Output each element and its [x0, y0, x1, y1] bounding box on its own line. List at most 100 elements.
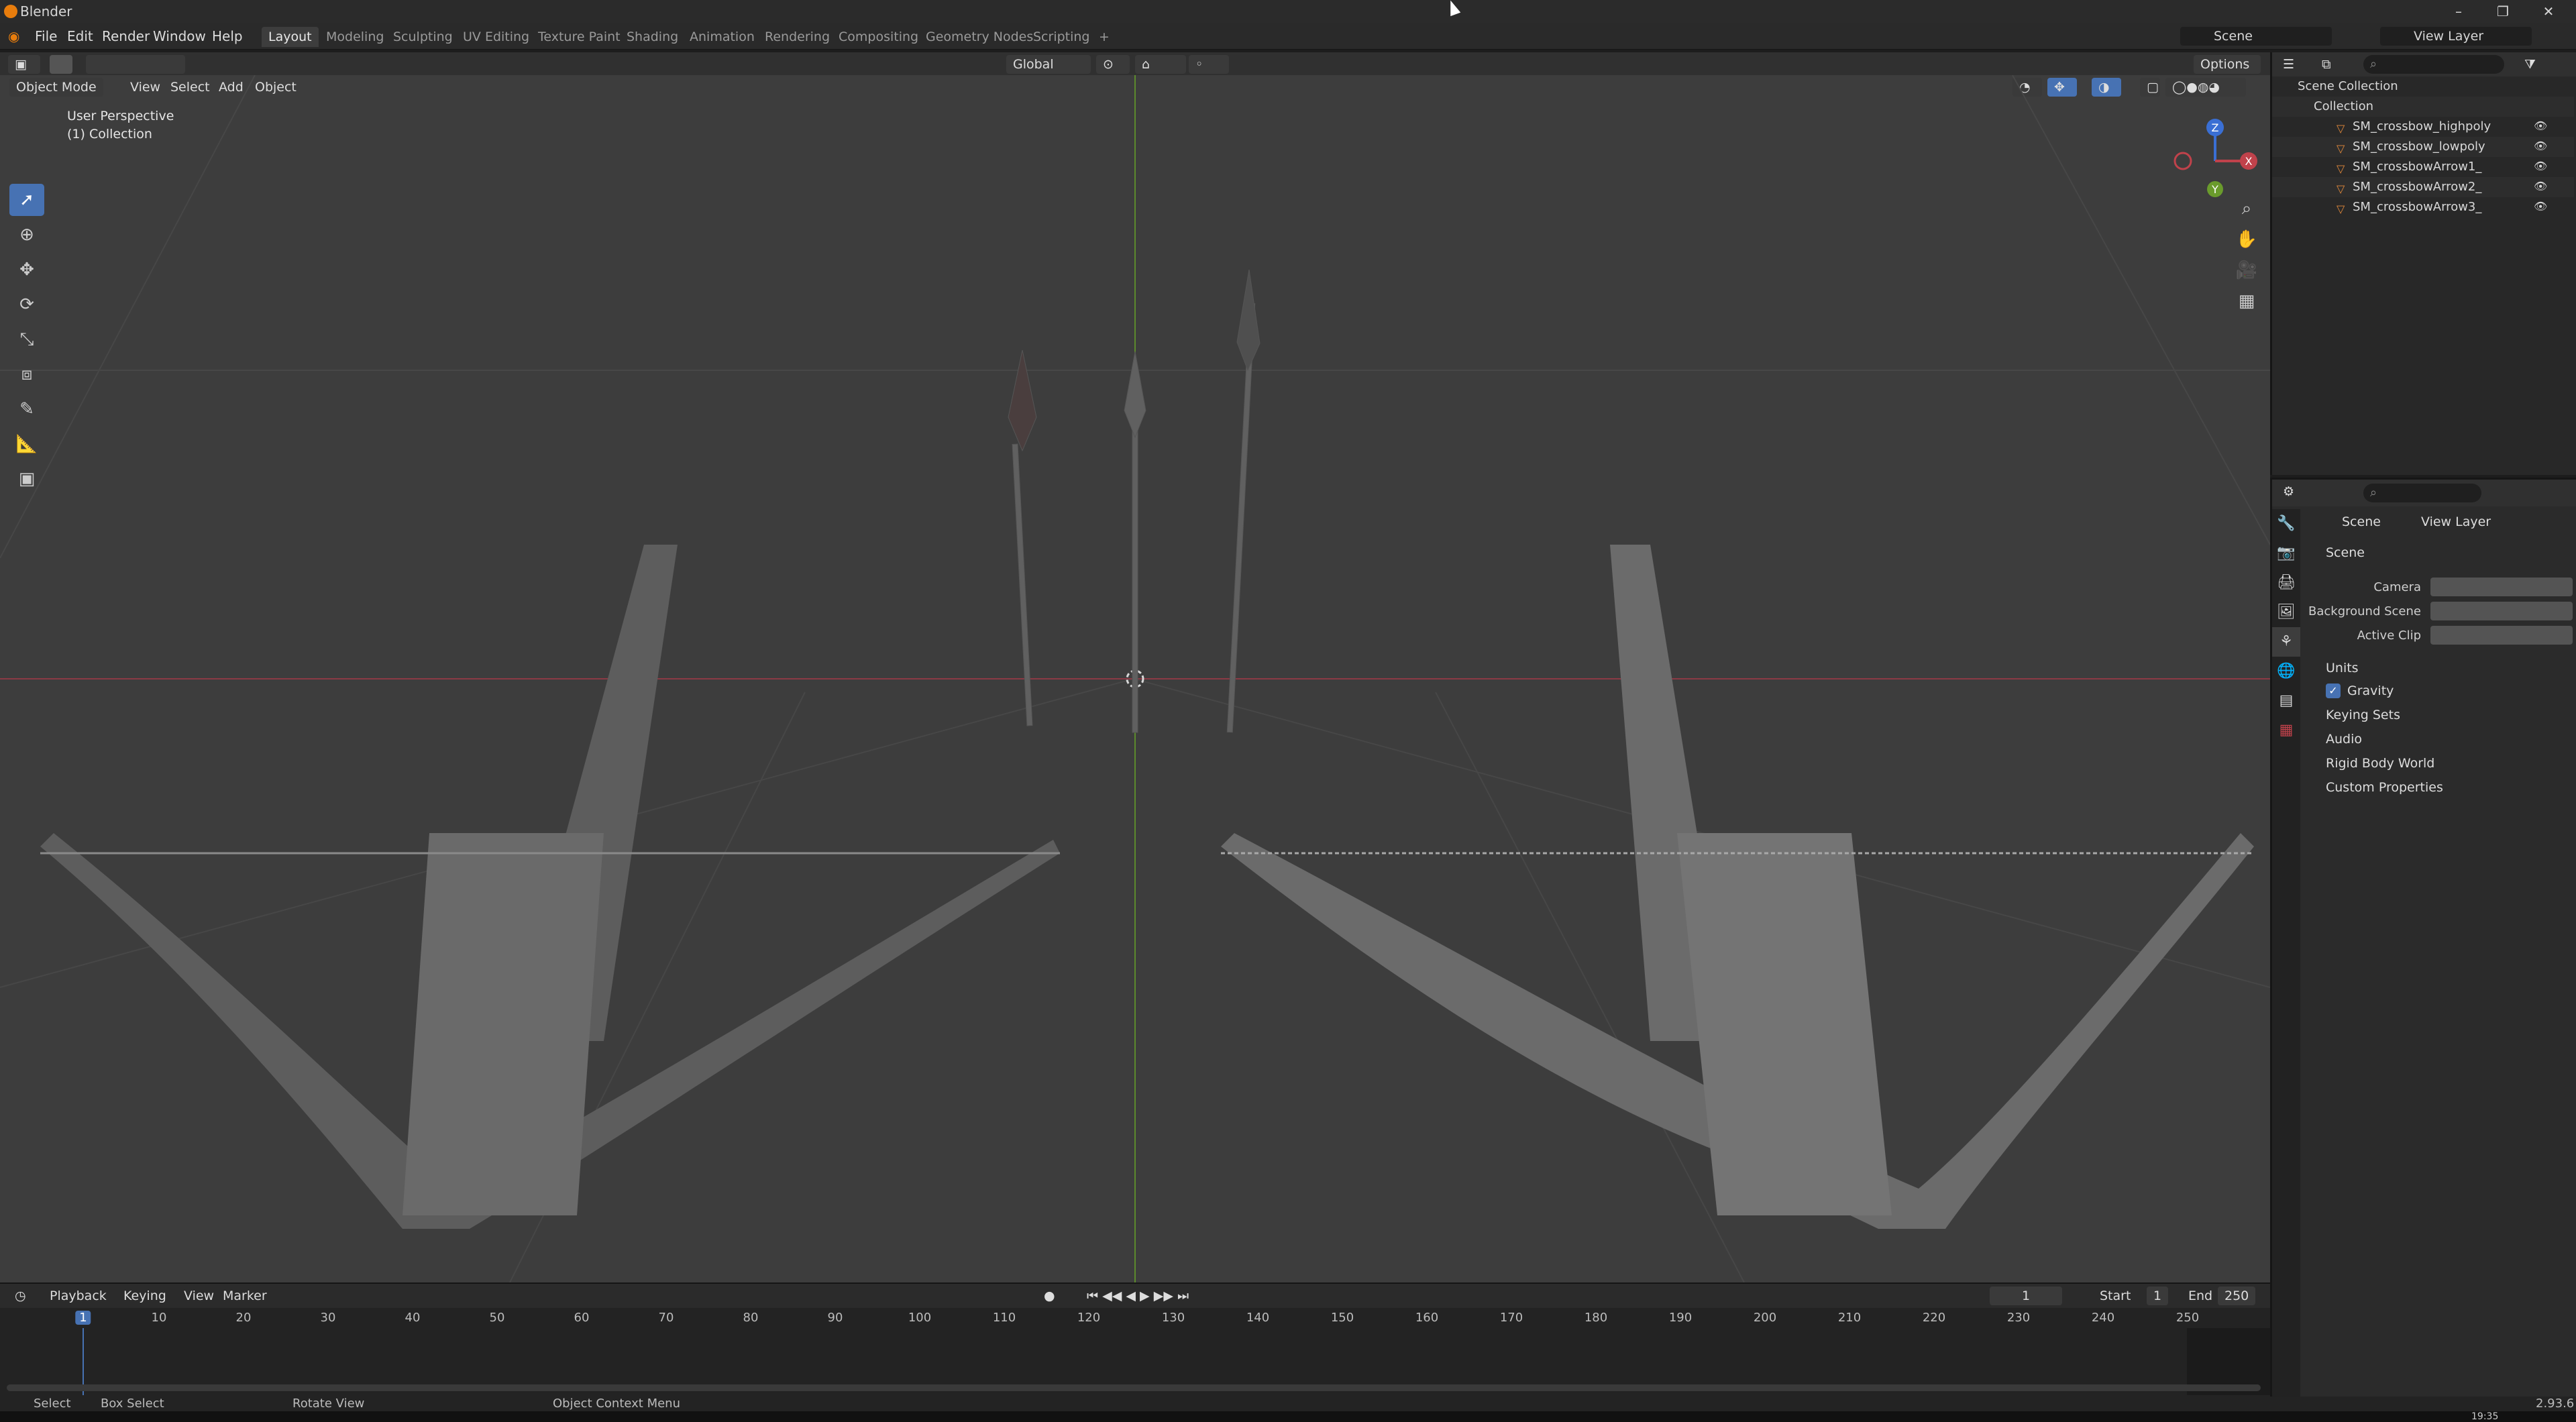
background-scene-field[interactable] [2430, 602, 2573, 620]
view-layer-tab-icon[interactable]: 🖼 [2272, 598, 2300, 627]
blender-menu-icon[interactable]: ◉ [8, 23, 19, 50]
panel-audio[interactable]: Audio [2310, 728, 2571, 751]
maximize-window-button[interactable]: ❐ [2493, 0, 2513, 23]
eye-icon[interactable]: 👁 [2534, 180, 2547, 193]
transform-tool-icon[interactable]: ⧈ [9, 358, 44, 390]
snap-toggle[interactable]: ⌂ [1135, 55, 1186, 74]
tab-geometry-nodes[interactable]: Geometry Nodes [919, 27, 1040, 47]
tab-layout[interactable]: Layout [262, 27, 319, 47]
add-cube-tool-icon[interactable]: ▣ [9, 463, 44, 495]
options-dropdown[interactable]: Options [2194, 55, 2261, 74]
proportional-edit-toggle[interactable]: ◦ [1189, 55, 1229, 74]
timeline-ruler[interactable]: 1 10 20 30 40 50 60 70 80 90 100 110 120… [0, 1311, 2270, 1328]
panel-units[interactable]: Units [2310, 657, 2571, 679]
viewport-3d[interactable]: Object Mode View Select Add Object ◔ ✥ ◑… [0, 75, 2270, 1282]
tweak-tool-button[interactable] [50, 55, 72, 74]
menu-window[interactable]: Window [153, 23, 206, 50]
menu-playback[interactable]: Playback [43, 1287, 113, 1305]
minimize-window-button[interactable]: – [2449, 0, 2469, 23]
annotate-tool-icon[interactable]: ✎ [9, 393, 44, 425]
frame-tick: 50 [489, 1311, 505, 1325]
filter-icon[interactable]: ⧩ [2518, 55, 2542, 74]
collection-row[interactable]: Collection [2272, 97, 2574, 117]
properties-search-input[interactable]: ⌕ [2363, 484, 2481, 502]
current-frame-field[interactable]: 1 [1990, 1287, 2062, 1305]
view-collection-label: (1) Collection [67, 127, 152, 142]
close-window-button[interactable]: ✕ [2538, 0, 2559, 23]
tab-shading[interactable]: Shading [620, 27, 685, 47]
editor-type-button[interactable]: ▣ [8, 55, 40, 74]
eye-icon[interactable]: 👁 [2534, 140, 2547, 152]
outliner-object-row[interactable]: SM_crossbowArrow3_ [2272, 197, 2574, 217]
outliner-editor-type-icon[interactable]: ☰ [2276, 55, 2301, 74]
eye-icon[interactable]: 👁 [2534, 119, 2547, 132]
arrow-models [1008, 269, 1260, 733]
tab-animation[interactable]: Animation [683, 27, 761, 47]
outliner: ☰ ⧉ ⌕ ⧩ Scene Collection Collection SM_c… [2270, 52, 2576, 475]
eye-icon[interactable]: 👁 [2534, 200, 2547, 213]
panel-keying-sets[interactable]: Keying Sets [2310, 704, 2571, 726]
render-tab-icon[interactable]: 📷 [2272, 539, 2300, 568]
frame-end-field[interactable]: 250 [2218, 1287, 2256, 1305]
active-clip-field[interactable] [2430, 626, 2573, 645]
eye-icon[interactable]: 👁 [2534, 160, 2547, 172]
camera-field[interactable] [2430, 578, 2573, 596]
scale-tool-icon[interactable]: ⤡ [9, 323, 44, 356]
camera-view-icon[interactable]: 🎥 [2231, 255, 2262, 286]
output-tab-icon[interactable]: 🖨 [2272, 568, 2300, 598]
panel-custom-properties[interactable]: Custom Properties [2310, 776, 2571, 799]
measure-tool-icon[interactable]: 📐 [9, 428, 44, 460]
scene-collection-row[interactable]: Scene Collection [2272, 76, 2574, 97]
move-tool-icon[interactable]: ✥ [9, 254, 44, 286]
tab-texture-paint[interactable]: Texture Paint [531, 27, 627, 47]
playback-controls[interactable]: ⏮ ◀◀ ◀ ▶ ▶▶ ⏭ [1080, 1287, 1195, 1305]
frame-start-field[interactable]: 1 [2147, 1287, 2169, 1305]
texture-tab-icon[interactable]: ▦ [2272, 716, 2300, 745]
scene-panel-header[interactable]: Scene [2326, 541, 2576, 564]
scene-selector[interactable]: Scene [2180, 27, 2332, 46]
world-tab-icon[interactable]: 🌐 [2272, 657, 2300, 686]
orientation-dropdown[interactable]: Global [1006, 55, 1091, 74]
timeline-editor-type-icon[interactable]: ◷ [8, 1287, 33, 1305]
cursor-tool-icon[interactable]: ⊕ [9, 219, 44, 251]
menu-timeline-view[interactable]: View [177, 1287, 221, 1305]
select-tool-icon[interactable]: ➚ [9, 184, 44, 216]
tab-compositing[interactable]: Compositing [832, 27, 925, 47]
zoom-icon[interactable]: ⌕ [2231, 193, 2262, 224]
menu-help[interactable]: Help [212, 23, 243, 50]
outliner-object-row[interactable]: SM_crossbowArrow1_ [2272, 157, 2574, 177]
pivot-dropdown[interactable]: ⊙ [1096, 55, 1130, 74]
outliner-object-row[interactable]: SM_crossbowArrow2_ [2272, 177, 2574, 197]
tab-scripting[interactable]: Scripting [1026, 27, 1097, 47]
menu-edit[interactable]: Edit [67, 23, 93, 50]
panel-gravity[interactable]: Gravity [2310, 679, 2571, 702]
tool-tab-icon[interactable]: 🔧 [2272, 509, 2300, 539]
menu-file[interactable]: File [35, 23, 57, 50]
outliner-object-row[interactable]: SM_crossbow_lowpoly [2272, 137, 2574, 157]
timeline-editor[interactable]: ◷ Playback Keying View Marker ● ⏮ ◀◀ ◀ ▶… [0, 1282, 2270, 1397]
ortho-grid-icon[interactable]: ▦ [2231, 286, 2262, 317]
menu-render[interactable]: Render [102, 23, 150, 50]
tab-modeling[interactable]: Modeling [319, 27, 390, 47]
menu-keying[interactable]: Keying [117, 1287, 173, 1305]
panel-rigid-body-world[interactable]: Rigid Body World [2310, 752, 2571, 775]
timeline-scrollbar[interactable] [7, 1384, 2261, 1391]
tab-rendering[interactable]: Rendering [758, 27, 837, 47]
menu-marker[interactable]: Marker [216, 1287, 274, 1305]
outliner-object-row[interactable]: SM_crossbow_highpoly [2272, 117, 2574, 137]
add-workspace-button[interactable]: + [1092, 27, 1116, 47]
scene-tab-icon[interactable]: ⚘ [2272, 627, 2300, 657]
outliner-search-input[interactable]: ⌕ [2363, 55, 2504, 74]
tab-uv-editing[interactable]: UV Editing [456, 27, 536, 47]
view-layer-selector[interactable]: View Layer [2380, 27, 2532, 46]
frame-start-label: Start [2100, 1289, 2131, 1303]
selection-mode-buttons[interactable] [86, 55, 185, 74]
display-mode-icon[interactable]: ⧉ [2315, 55, 2338, 74]
record-button[interactable]: ● [1037, 1287, 1062, 1305]
pan-hand-icon[interactable]: ✋ [2231, 224, 2262, 255]
object-icon: ▽ [2337, 203, 2345, 215]
rotate-tool-icon[interactable]: ⟳ [9, 288, 44, 321]
collection-tab-icon[interactable]: ▤ [2272, 686, 2300, 716]
tab-sculpting[interactable]: Sculpting [386, 27, 460, 47]
properties-editor-type-icon[interactable]: ⚙ [2276, 482, 2301, 501]
